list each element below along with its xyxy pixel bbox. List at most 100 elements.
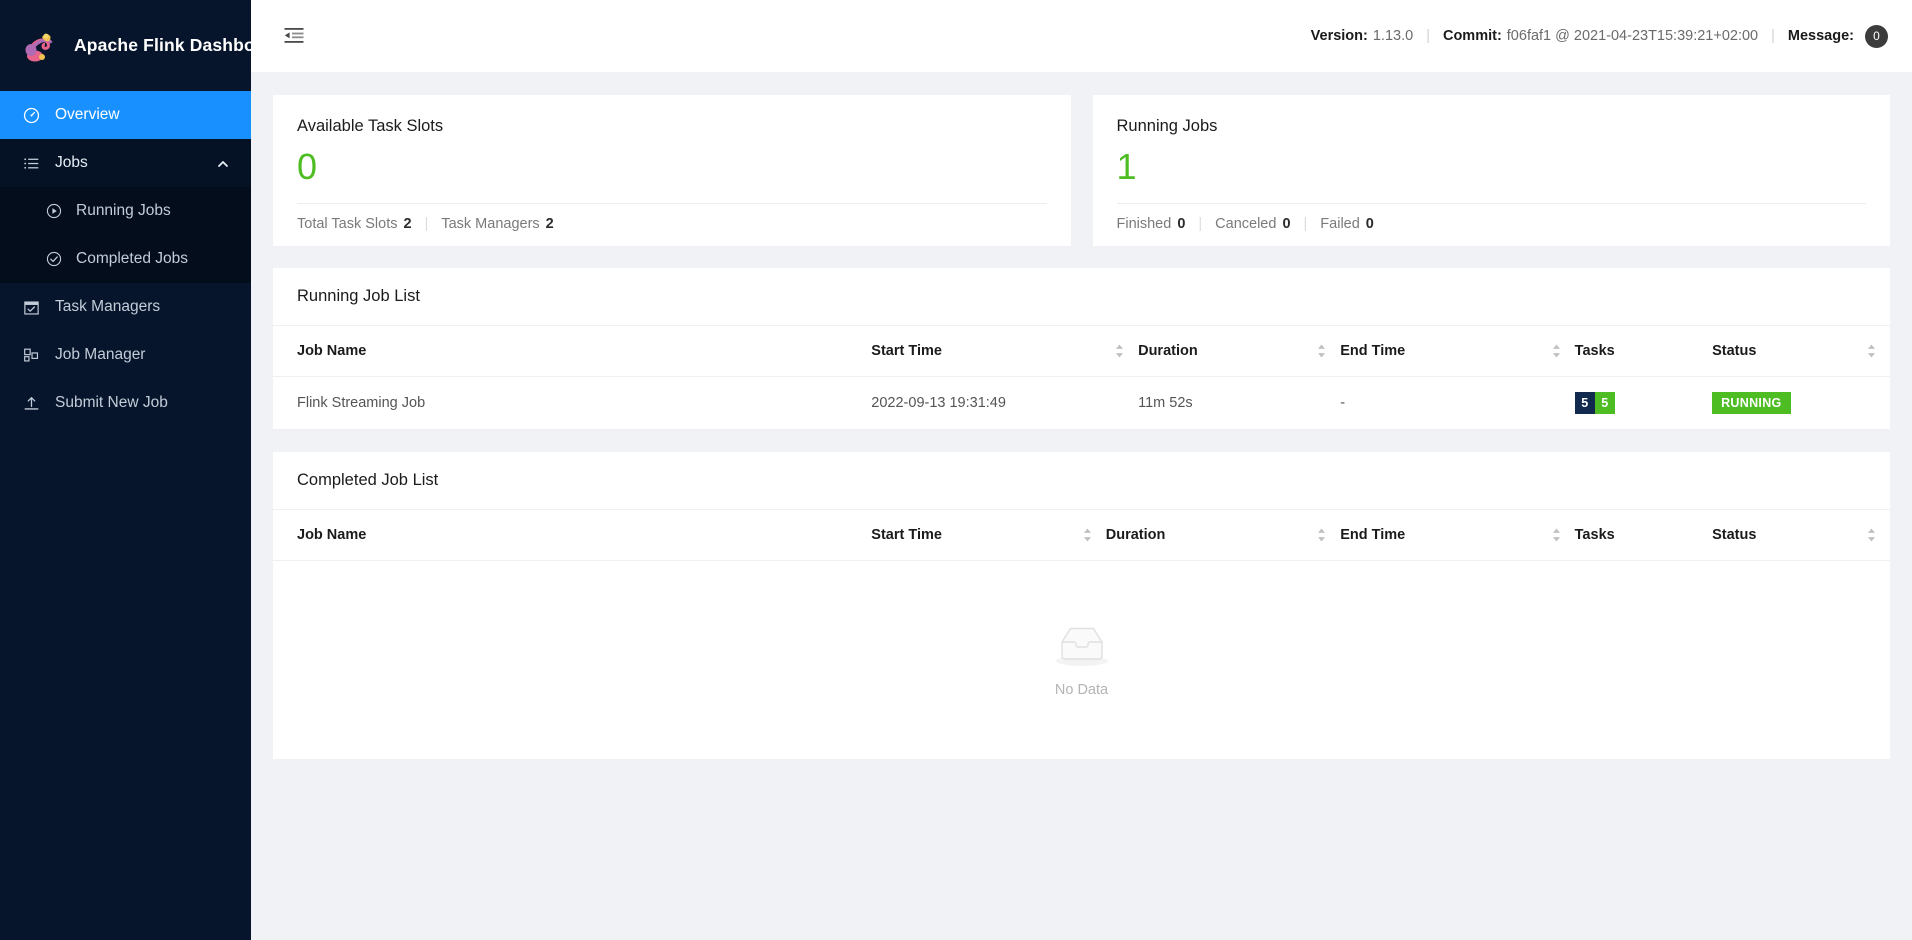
- card-title: Running Jobs: [1116, 117, 1218, 135]
- check-circle-icon: [44, 250, 64, 268]
- sidebar-subitem-label: Completed Jobs: [76, 250, 189, 267]
- chevron-up-icon[interactable]: [217, 157, 229, 169]
- empty-state: No Data: [273, 561, 1890, 759]
- canceled-label: Canceled: [1215, 216, 1277, 232]
- running-jobs-value: 1: [1116, 146, 1137, 187]
- card-footer: Finished 0 | Canceled 0 | Failed 0: [1116, 203, 1866, 246]
- flink-dashboard: Apache Flink Dashboard Overview Jobs Run…: [0, 0, 1912, 940]
- content: Available Task Slots 0 Total Task Slots …: [251, 73, 1912, 759]
- table-header-row: Job Name Start Time Duration End Time Ta…: [273, 326, 1890, 377]
- play-circle-icon: [44, 202, 64, 220]
- tasks-badge-group: 5 5: [1574, 392, 1615, 414]
- available-task-slots-card: Available Task Slots 0 Total Task Slots …: [273, 95, 1071, 246]
- finished-label: Finished: [1116, 216, 1172, 232]
- meta-divider: |: [1426, 28, 1430, 44]
- sort-icon[interactable]: [1317, 344, 1326, 359]
- sidebar-item-jobs[interactable]: Jobs: [0, 139, 251, 187]
- sidebar-item-label: Submit New Job: [55, 394, 168, 411]
- failed-value: 0: [1365, 216, 1374, 232]
- brand[interactable]: Apache Flink Dashboard: [0, 0, 282, 91]
- total-task-slots-value: 2: [403, 216, 412, 232]
- table-row[interactable]: Flink Streaming Job 2022-09-13 19:31:49 …: [273, 376, 1890, 430]
- col-status[interactable]: Status: [1712, 510, 1890, 561]
- completed-job-list-panel: Completed Job List Job Name Start Time D…: [273, 452, 1890, 759]
- col-end-time[interactable]: End Time: [1340, 510, 1575, 561]
- sidebar-item-submit-new-job[interactable]: Submit New Job: [0, 379, 251, 427]
- sidebar-item-label: Job Manager: [55, 346, 146, 363]
- sidebar-submenu-jobs: Running Jobs Completed Jobs: [0, 187, 251, 283]
- panel-title: Running Job List: [273, 268, 1890, 326]
- message-count-badge[interactable]: 0: [1865, 24, 1888, 48]
- stat-cards-row: Available Task Slots 0 Total Task Slots …: [273, 95, 1890, 246]
- sidebar-item-job-manager[interactable]: Job Manager: [0, 331, 251, 379]
- upload-icon: [20, 394, 42, 412]
- calendar-check-icon: [20, 298, 42, 316]
- sidebar-nav: Overview Jobs Running Jobs Completed Job…: [0, 91, 251, 427]
- cell-status: RUNNING: [1712, 376, 1890, 430]
- total-task-slots-label: Total Task Slots: [297, 216, 398, 232]
- version-value: 1.13.0: [1372, 28, 1414, 44]
- footer-divider: |: [1303, 216, 1308, 232]
- menu-fold-icon[interactable]: [277, 19, 311, 53]
- col-tasks[interactable]: Tasks: [1574, 510, 1713, 561]
- col-end-time[interactable]: End Time: [1340, 326, 1575, 377]
- flink-squirrel-logo-icon: [22, 29, 60, 63]
- main-area: Version: 1.13.0 | Commit: f06faf1 @ 2021…: [251, 0, 1912, 940]
- sidebar-item-label: Jobs: [55, 154, 88, 171]
- finished-value: 0: [1177, 216, 1186, 232]
- empty-text: No Data: [1054, 681, 1109, 698]
- running-job-list-panel: Running Job List Job Name Start Time Dur…: [273, 268, 1890, 430]
- card-title: Available Task Slots: [297, 117, 444, 135]
- card-footer: Total Task Slots 2 | Task Managers 2: [297, 203, 1047, 246]
- running-job-table: Job Name Start Time Duration End Time Ta…: [273, 326, 1890, 430]
- tasks-total-badge: 5: [1574, 392, 1595, 414]
- sidebar-item-completed-jobs[interactable]: Completed Jobs: [0, 235, 251, 283]
- task-managers-label: Task Managers: [441, 216, 540, 232]
- cell-start-time: 2022-09-13 19:31:49: [871, 376, 1139, 430]
- sort-icon[interactable]: [1317, 528, 1326, 543]
- completed-job-table: Job Name Start Time Duration End Time Ta…: [273, 510, 1890, 561]
- version-label: Version:: [1310, 28, 1368, 44]
- col-tasks[interactable]: Tasks: [1574, 326, 1713, 377]
- col-job-name[interactable]: Job Name: [273, 510, 872, 561]
- sidebar-item-label: Task Managers: [55, 298, 161, 315]
- task-managers-value: 2: [545, 216, 554, 232]
- footer-divider: |: [1198, 216, 1203, 232]
- cell-tasks: 5 5: [1574, 376, 1713, 430]
- col-duration[interactable]: Duration: [1105, 510, 1341, 561]
- running-jobs-card: Running Jobs 1 Finished 0 | Canceled 0 |…: [1092, 95, 1890, 246]
- sidebar: Apache Flink Dashboard Overview Jobs Run…: [0, 0, 282, 940]
- sort-icon[interactable]: [1083, 528, 1092, 543]
- sort-icon[interactable]: [1552, 528, 1561, 543]
- empty-inbox-icon: [1049, 623, 1115, 673]
- commit-value: f06faf1 @ 2021-04-23T15:39:21+02:00: [1506, 28, 1759, 44]
- sort-icon[interactable]: [1867, 528, 1876, 543]
- col-job-name[interactable]: Job Name: [273, 326, 872, 377]
- sidebar-item-running-jobs[interactable]: Running Jobs: [0, 187, 251, 235]
- cell-duration: 11m 52s: [1138, 376, 1341, 430]
- sort-icon[interactable]: [1552, 344, 1561, 359]
- sidebar-item-overview[interactable]: Overview: [0, 91, 251, 139]
- canceled-value: 0: [1282, 216, 1291, 232]
- failed-label: Failed: [1320, 216, 1360, 232]
- col-duration[interactable]: Duration: [1138, 326, 1341, 377]
- commit-label: Commit:: [1442, 28, 1502, 44]
- sort-icon[interactable]: [1867, 344, 1876, 359]
- cell-job-name[interactable]: Flink Streaming Job: [273, 376, 872, 430]
- dashboard-gauge-icon: [20, 106, 42, 124]
- col-start-time[interactable]: Start Time: [871, 326, 1139, 377]
- footer-divider: |: [424, 216, 429, 232]
- message-label: Message:: [1787, 28, 1854, 44]
- col-start-time[interactable]: Start Time: [871, 510, 1106, 561]
- table-header-row: Job Name Start Time Duration End Time Ta…: [273, 510, 1890, 561]
- sort-icon[interactable]: [1115, 344, 1124, 359]
- topbar-meta: Version: 1.13.0 | Commit: f06faf1 @ 2021…: [1310, 24, 1888, 48]
- cluster-grid-icon: [20, 346, 42, 364]
- list-icon: [20, 154, 42, 172]
- sidebar-item-task-managers[interactable]: Task Managers: [0, 283, 251, 331]
- tasks-running-badge: 5: [1594, 392, 1615, 414]
- col-status[interactable]: Status: [1712, 326, 1890, 377]
- sidebar-item-label: Overview: [55, 106, 120, 123]
- topbar: Version: 1.13.0 | Commit: f06faf1 @ 2021…: [251, 0, 1912, 73]
- sidebar-subitem-label: Running Jobs: [76, 202, 171, 219]
